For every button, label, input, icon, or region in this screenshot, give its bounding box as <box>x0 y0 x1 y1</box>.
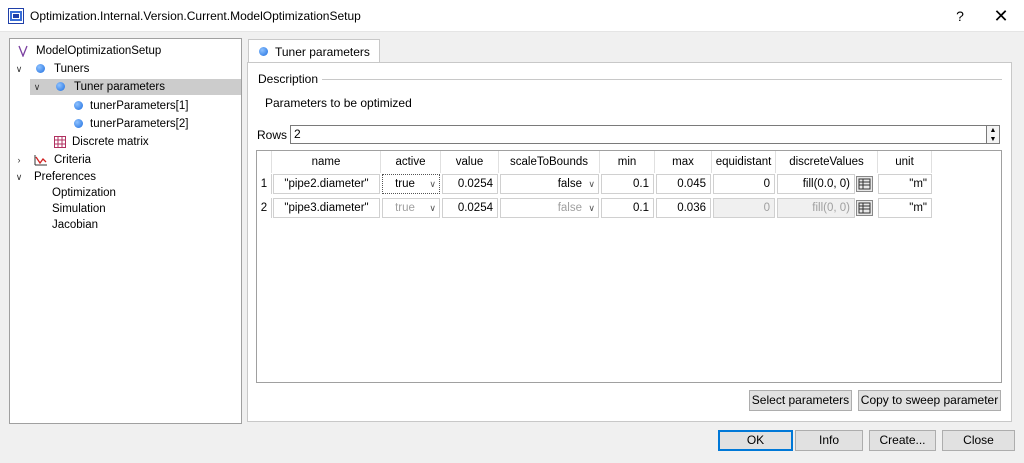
matrix-icon <box>858 202 871 214</box>
cell-scale-to-bounds-dropdown[interactable]: false ∨ <box>500 174 599 194</box>
corner-header <box>257 151 272 173</box>
tree-item-label: Criteria <box>54 154 92 166</box>
blue-dot-icon <box>36 64 45 73</box>
chevron-down-icon: ∨ <box>429 179 436 189</box>
cell-scale-to-bounds-dropdown[interactable]: false ∨ <box>500 198 599 218</box>
tab-tuner-parameters[interactable]: Tuner parameters <box>248 39 380 63</box>
tree-item-tuner-parameters[interactable]: ∨ Tuner parameters <box>30 79 241 95</box>
cell-active-value: true <box>395 178 415 190</box>
tree-item-tuner-parameters-2[interactable]: tunerParameters[2] <box>70 116 238 132</box>
blue-dot-icon <box>56 82 65 91</box>
tree-item-label: Jacobian <box>52 219 99 231</box>
tree-item-label: Tuners <box>54 63 90 75</box>
matrix-editor-button[interactable] <box>856 176 873 192</box>
column-header-value[interactable]: value <box>441 151 499 173</box>
tab-label: Tuner parameters <box>275 45 370 59</box>
tree-item-label: Preferences <box>34 171 97 183</box>
row-header[interactable]: 1 <box>257 174 272 194</box>
tree-item-label: Tuner parameters <box>74 81 165 93</box>
tree-item-tuners[interactable]: ∨ Tuners <box>14 61 238 77</box>
description-text: Parameters to be optimized <box>265 96 412 110</box>
close-button[interactable]: Close <box>942 430 1015 451</box>
cell-max[interactable]: 0.045 <box>656 174 711 194</box>
parameters-table: name active value scaleToBounds min max … <box>256 150 1002 383</box>
tree-item-label: tunerParameters[1] <box>90 100 189 112</box>
chevron-down-icon[interactable]: ∨ <box>32 79 42 95</box>
row-header[interactable]: 2 <box>257 198 272 218</box>
description-section-label: Description <box>258 72 319 86</box>
cell-min[interactable]: 0.1 <box>601 198 654 218</box>
app-icon <box>8 8 24 24</box>
rows-spinner[interactable]: ▲ ▼ <box>986 125 1000 144</box>
column-header-scale-to-bounds[interactable]: scaleToBounds <box>499 151 600 173</box>
window-title: Optimization.Internal.Version.Current.Mo… <box>30 9 361 23</box>
tree-item-tuner-parameters-1[interactable]: tunerParameters[1] <box>70 98 238 114</box>
tree-item-label: ModelOptimizationSetup <box>36 45 162 57</box>
spin-down-icon[interactable]: ▼ <box>987 135 999 144</box>
tree-item-model-optimization-setup[interactable]: ModelOptimizationSetup <box>18 43 238 59</box>
criteria-icon <box>34 155 47 166</box>
cell-min[interactable]: 0.1 <box>601 174 654 194</box>
chevron-down-icon[interactable]: ∨ <box>14 169 24 185</box>
cell-discrete-values[interactable]: fill(0, 0) <box>777 198 855 218</box>
navigation-tree: ModelOptimizationSetup ∨ Tuners ∨ Tuner … <box>9 38 242 424</box>
cell-name[interactable]: "pipe2.diameter" <box>273 174 380 194</box>
model-v-icon <box>18 45 28 57</box>
column-header-name[interactable]: name <box>272 151 381 173</box>
cell-scale-value: false <box>557 178 582 190</box>
spin-up-icon[interactable]: ▲ <box>987 126 999 135</box>
chevron-down-icon[interactable]: ∨ <box>14 61 24 77</box>
cell-equidistant[interactable]: 0 <box>713 174 775 194</box>
copy-to-sweep-button[interactable]: Copy to sweep parameter <box>858 390 1001 411</box>
column-header-min[interactable]: min <box>600 151 655 173</box>
column-header-active[interactable]: active <box>381 151 441 173</box>
column-header-equidistant[interactable]: equidistant <box>712 151 776 173</box>
title-bar: Optimization.Internal.Version.Current.Mo… <box>0 0 1024 32</box>
chevron-down-icon: ∨ <box>429 203 436 213</box>
tree-item-discrete-matrix[interactable]: Discrete matrix <box>54 134 238 150</box>
cell-active-dropdown[interactable]: true ∨ <box>382 174 440 194</box>
cell-discrete-values[interactable]: fill(0.0, 0) <box>777 174 855 194</box>
info-button[interactable]: Info <box>795 430 863 451</box>
cell-active-value: true <box>395 202 415 214</box>
section-divider <box>322 79 1002 80</box>
window-close-button[interactable]: ✕ <box>978 0 1024 32</box>
chevron-down-icon: ∨ <box>588 179 595 189</box>
cell-value[interactable]: 0.0254 <box>442 198 498 218</box>
tree-item-jacobian[interactable]: Jacobian <box>52 217 238 233</box>
tree-item-optimization[interactable]: Optimization <box>52 185 238 201</box>
chevron-down-icon: ∨ <box>588 203 595 213</box>
cell-value[interactable]: 0.0254 <box>442 174 498 194</box>
tree-item-label: Discrete matrix <box>72 136 149 148</box>
create-button[interactable]: Create... <box>869 430 936 451</box>
cell-max[interactable]: 0.036 <box>656 198 711 218</box>
column-header-unit[interactable]: unit <box>878 151 932 173</box>
blue-dot-icon <box>74 101 83 110</box>
cell-scale-value: false <box>557 202 582 214</box>
select-parameters-button[interactable]: Select parameters <box>749 390 852 411</box>
chevron-right-icon[interactable]: › <box>14 152 24 168</box>
cell-unit[interactable]: "m" <box>878 198 932 218</box>
cell-equidistant[interactable]: 0 <box>713 198 775 218</box>
cell-name[interactable]: "pipe3.diameter" <box>273 198 380 218</box>
rows-label: Rows <box>257 128 288 142</box>
matrix-icon <box>858 178 871 190</box>
matrix-icon <box>54 136 66 148</box>
tree-item-preferences[interactable]: ∨ Preferences <box>14 169 238 185</box>
matrix-editor-button[interactable] <box>856 200 873 216</box>
tree-item-label: tunerParameters[2] <box>90 118 189 130</box>
column-header-discrete-values[interactable]: discreteValues <box>776 151 878 173</box>
help-button[interactable]: ? <box>937 0 983 32</box>
blue-dot-icon <box>74 119 83 128</box>
cell-unit[interactable]: "m" <box>878 174 932 194</box>
tree-item-simulation[interactable]: Simulation <box>52 201 238 217</box>
rows-input[interactable]: 2 <box>290 125 987 144</box>
column-header-max[interactable]: max <box>655 151 712 173</box>
ok-button[interactable]: OK <box>718 430 793 451</box>
tree-item-criteria[interactable]: › Criteria <box>14 152 238 168</box>
blue-dot-icon <box>259 47 268 56</box>
tree-item-label: Optimization <box>52 187 116 199</box>
tree-item-label: Simulation <box>52 203 106 215</box>
cell-active-dropdown[interactable]: true ∨ <box>382 198 440 218</box>
